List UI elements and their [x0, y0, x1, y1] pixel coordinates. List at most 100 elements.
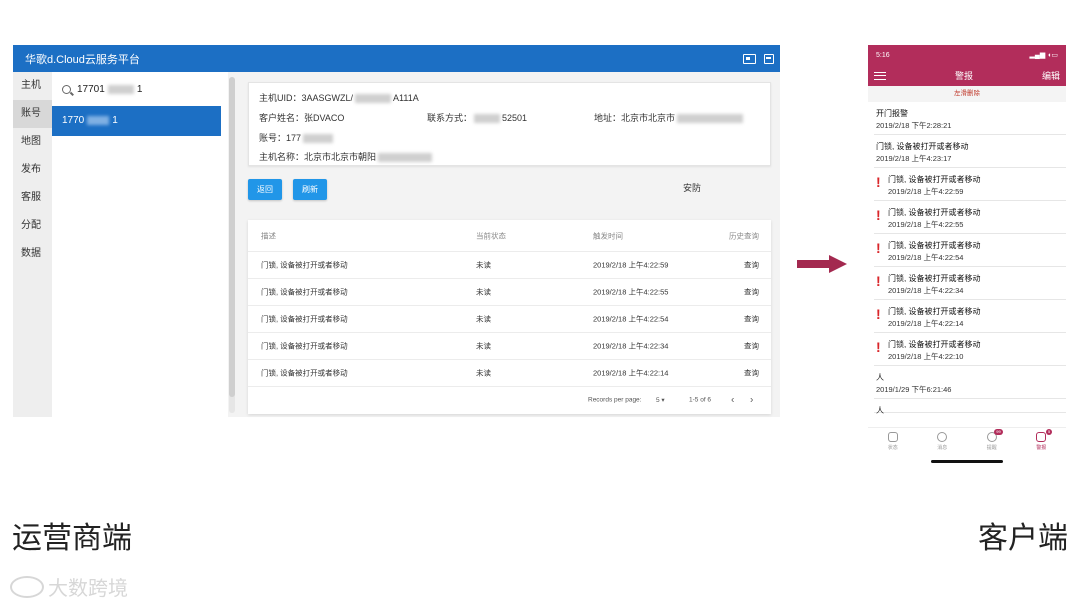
alarm-icon: 5 [1036, 429, 1053, 442]
alert-title: 门锁, 设备被打开或者移动 [888, 274, 981, 283]
col-status[interactable]: 当前状态 [476, 230, 506, 241]
alert-icon: ! [876, 240, 881, 256]
alert-item[interactable]: ! 门锁, 设备被打开或者移动 2019/2/18 上午4:22:54 [874, 234, 1066, 267]
alert-title: 门锁, 设备被打开或者移动 [888, 208, 981, 217]
search-input[interactable]: 17701 1 [52, 72, 228, 106]
row-status: 未读 [476, 341, 491, 351]
table-pagination: Records per page: 5 ▾ 1-5 of 6 ‹ › [248, 387, 771, 413]
tab-status[interactable]: 状态 [887, 428, 898, 455]
alert-icon: ! [876, 174, 881, 190]
security-label: 安防 [683, 183, 702, 193]
selected-account-suffix: 1 [112, 115, 118, 126]
row-time: 2019/2/18 上午4:22:59 [593, 260, 669, 270]
swipe-hint: 左滑删除 [868, 86, 1066, 102]
nav-item-data[interactable]: 数据 [13, 240, 52, 268]
row-status: 未读 [476, 287, 491, 297]
row-time: 2019/2/18 上午4:22:55 [593, 287, 669, 297]
alert-date: 2019/2/18 上午4:22:14 [888, 319, 964, 328]
query-link[interactable]: 查询 [744, 368, 759, 379]
query-link[interactable]: 查询 [744, 260, 759, 271]
watermark-logo-icon [10, 575, 44, 598]
table-row: 门锁, 设备被打开或者移动 未读 2019/2/18 上午4:22:54 查询 [248, 306, 771, 333]
query-link[interactable]: 查询 [744, 341, 759, 352]
alert-item[interactable]: ! 门锁, 设备被打开或者移动 2019/2/18 上午4:22:10 [874, 333, 1066, 366]
address: 地址：北京市北京市 [594, 111, 744, 124]
alert-item[interactable]: 人 2019/1/29 下午6:21:46 [874, 366, 1066, 399]
host-uid: 主机UID：3AASGWZL/A111A [259, 93, 419, 104]
account-list: 17701 1 1770 1 [52, 72, 228, 417]
account-number: 账号：177 [259, 131, 334, 144]
alert-icon: ! [876, 306, 881, 322]
alert-title: 人 [876, 406, 884, 415]
alert-title: 门锁, 设备被打开或者移动 [876, 142, 969, 151]
alert-item[interactable]: ! 门锁, 设备被打开或者移动 2019/2/18 上午4:22:55 [874, 201, 1066, 234]
menu-icon[interactable] [874, 71, 886, 80]
row-time: 2019/2/18 上午4:22:14 [593, 368, 669, 378]
nav-item-assign[interactable]: 分配 [13, 212, 52, 240]
back-button[interactable]: 返回 [248, 179, 282, 200]
phone-tab-bar: 状态 消息 99 提醒 5 警报 [868, 427, 1066, 455]
page-range: 1-5 of 6 [689, 396, 712, 404]
nav-item-account[interactable]: 账号 [13, 100, 52, 128]
tab-messages[interactable]: 消息 [937, 428, 947, 455]
id-card-icon[interactable] [743, 53, 756, 64]
prev-page-button[interactable]: ‹ [731, 395, 734, 406]
row-status: 未读 [476, 260, 491, 270]
caption-customer: 客户端 [978, 522, 1068, 555]
query-link[interactable]: 查询 [744, 287, 759, 298]
alert-date: 2019/1/29 下午6:21:46 [876, 385, 952, 394]
alert-date: 2019/2/18 上午4:22:59 [888, 187, 964, 196]
alert-date: 2019/2/18 上午4:23:17 [876, 154, 952, 163]
alert-item[interactable]: 人 [874, 399, 1066, 415]
contact: 联系方式： 52501 [427, 113, 528, 124]
logout-icon[interactable] [764, 53, 774, 64]
alert-date: 2019/2/18 上午4:22:10 [888, 352, 964, 361]
customer-name: 客户姓名：张DVACO [259, 113, 345, 123]
host-info-card: 主机UID：3AASGWZL/A111A 客户姓名：张DVACO 联系方式： 52… [248, 82, 771, 166]
alert-title: 开门报警 [876, 109, 908, 118]
chat-icon [937, 432, 948, 442]
tab-reminders[interactable]: 99 提醒 [986, 428, 1003, 455]
refresh-button[interactable]: 刷新 [293, 179, 327, 200]
nav-item-map[interactable]: 地图 [13, 128, 52, 156]
alarm-table: 描述 当前状态 触发时间 历史查询 门锁, 设备被打开或者移动 未读 2019/… [248, 220, 771, 414]
web-header: 华歌d.Cloud云服务平台 [13, 45, 780, 72]
nav-item-host[interactable]: 主机 [13, 72, 52, 100]
list-item-selected[interactable]: 1770 1 [52, 106, 221, 136]
next-page-button[interactable]: › [750, 395, 753, 406]
status-time: 5:16 [876, 51, 890, 59]
alert-item[interactable]: 门锁, 设备被打开或者移动 2019/2/18 上午4:23:17 [874, 135, 1066, 168]
alert-item[interactable]: ! 门锁, 设备被打开或者移动 2019/2/18 上午4:22:59 [874, 168, 1066, 201]
phone-status-bar: 5:16 ▂▄▆ ◖▭ [868, 45, 1066, 65]
query-link[interactable]: 查询 [744, 314, 759, 325]
tab-alarms[interactable]: 5 警报 [1036, 428, 1053, 455]
row-status: 未读 [476, 314, 491, 324]
reminder-icon: 99 [986, 429, 1003, 442]
row-desc: 门锁, 设备被打开或者移动 [261, 314, 348, 324]
sidebar-nav: 主机 账号 地图 发布 客服 分配 数据 [13, 72, 52, 417]
edit-button[interactable]: 编辑 [1042, 69, 1060, 82]
row-time: 2019/2/18 上午4:22:34 [593, 341, 669, 351]
col-desc[interactable]: 描述 [261, 230, 276, 241]
customer-phone-app: 5:16 ▂▄▆ ◖▭ 警报 编辑 左滑删除 开门报警 2019/2/18 下午2… [868, 45, 1066, 463]
alert-title: 门锁, 设备被打开或者移动 [888, 340, 981, 349]
alert-title: 门锁, 设备被打开或者移动 [888, 241, 981, 250]
table-row: 门锁, 设备被打开或者移动 未读 2019/2/18 上午4:22:14 查询 [248, 360, 771, 387]
alert-item[interactable]: ! 门锁, 设备被打开或者移动 2019/2/18 上午4:22:14 [874, 300, 1066, 333]
alert-item[interactable]: 开门报警 2019/2/18 下午2:28:21 [874, 102, 1066, 135]
row-status: 未读 [476, 368, 491, 378]
home-indicator [931, 460, 1003, 463]
records-per-page-select[interactable]: 5 ▾ [656, 396, 665, 404]
col-history[interactable]: 历史查询 [729, 230, 759, 241]
search-value: 17701 [77, 83, 105, 95]
nav-item-publish[interactable]: 发布 [13, 156, 52, 184]
phone-app-bar: 警报 编辑 [868, 65, 1066, 86]
arrow-right-icon [797, 255, 847, 273]
signal-battery-icon: ▂▄▆ ◖▭ [1029, 52, 1058, 59]
table-row: 门锁, 设备被打开或者移动 未读 2019/2/18 上午4:22:59 查询 [248, 252, 771, 279]
list-scrollbar[interactable] [229, 77, 235, 413]
host-name: 主机名称：北京市北京市朝阳 [259, 150, 433, 163]
col-time[interactable]: 触发时间 [593, 230, 623, 241]
nav-item-service[interactable]: 客服 [13, 184, 52, 212]
alert-item[interactable]: ! 门锁, 设备被打开或者移动 2019/2/18 上午4:22:34 [874, 267, 1066, 300]
